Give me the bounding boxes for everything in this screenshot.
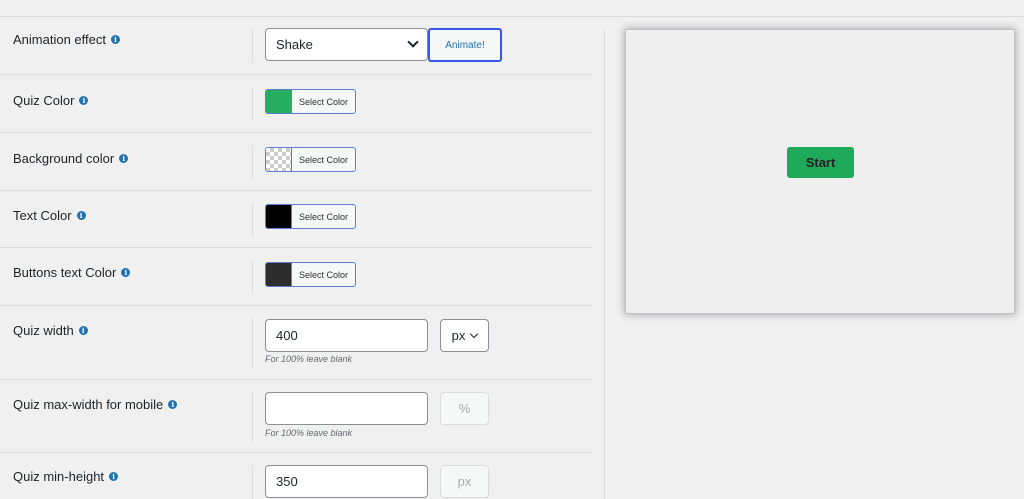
background-color-picker[interactable]: Select Color [265, 147, 356, 172]
animate-button[interactable]: Animate! [428, 28, 502, 62]
info-icon[interactable]: i [79, 96, 89, 105]
row-quiz-width: Quiz width i 400 px For 100% leave blank [0, 306, 592, 380]
info-icon[interactable]: i [121, 268, 131, 277]
buttons-text-color-picker[interactable]: Select Color [265, 262, 356, 287]
row-divider [252, 203, 253, 237]
quiz-width-input[interactable]: 400 [265, 319, 428, 352]
row-divider [252, 87, 253, 121]
quiz-width-unit-select[interactable]: px [440, 319, 489, 352]
animation-effect-label: Animation effect i [13, 32, 120, 47]
background-color-label: Background color i [13, 151, 129, 166]
info-icon[interactable]: i [110, 35, 120, 44]
quiz-color-label: Quiz Color i [13, 93, 89, 108]
row-divider [252, 260, 253, 294]
info-icon[interactable]: i [109, 472, 119, 481]
start-button[interactable]: Start [787, 147, 854, 178]
animation-effect-select[interactable]: Shake [265, 28, 428, 61]
background-color-swatch [266, 148, 292, 171]
text-color-swatch [266, 205, 292, 228]
row-quiz-min-height: Quiz min-height i 350 px [0, 453, 592, 499]
quiz-style-settings: Animation effect i Shake Animate! Quiz C… [0, 17, 592, 499]
quiz-color-picker[interactable]: Select Color [265, 89, 356, 114]
row-divider [252, 392, 253, 442]
chevron-down-icon [407, 36, 419, 48]
info-icon[interactable]: i [78, 326, 88, 335]
buttons-text-color-label: Buttons text Color i [13, 265, 131, 280]
quiz-max-width-mobile-unit: % [440, 392, 489, 425]
quiz-min-height-label: Quiz min-height i [13, 469, 119, 484]
row-animation-effect: Animation effect i Shake Animate! [0, 17, 592, 75]
info-icon[interactable]: i [168, 400, 178, 409]
quiz-preview: Start [625, 29, 1015, 314]
row-divider [252, 318, 253, 368]
quiz-width-hint: For 100% leave blank [265, 354, 353, 364]
row-text-color: Text Color i Select Color [0, 191, 592, 248]
quiz-max-width-mobile-input[interactable] [265, 392, 428, 425]
chevron-down-icon [470, 329, 479, 338]
row-quiz-max-width-mobile: Quiz max-width for mobile i % For 100% l… [0, 380, 592, 453]
quiz-max-width-mobile-label: Quiz max-width for mobile i [13, 397, 178, 412]
text-color-picker[interactable]: Select Color [265, 204, 356, 229]
info-icon[interactable]: i [119, 154, 129, 163]
row-divider [252, 145, 253, 179]
quiz-max-width-mobile-hint: For 100% leave blank [265, 428, 353, 438]
quiz-min-height-input[interactable]: 350 [265, 465, 428, 498]
row-quiz-color: Quiz Color i Select Color [0, 75, 592, 133]
quiz-width-label: Quiz width i [13, 323, 88, 338]
buttons-text-color-swatch [266, 263, 292, 286]
row-buttons-text-color: Buttons text Color i Select Color [0, 248, 592, 306]
column-divider [604, 30, 605, 499]
quiz-min-height-unit: px [440, 465, 489, 498]
row-divider [252, 465, 253, 499]
quiz-color-swatch [266, 90, 292, 113]
row-divider [252, 29, 253, 63]
row-background-color: Background color i Select Color [0, 133, 592, 191]
text-color-label: Text Color i [13, 208, 86, 223]
info-icon[interactable]: i [76, 211, 86, 220]
